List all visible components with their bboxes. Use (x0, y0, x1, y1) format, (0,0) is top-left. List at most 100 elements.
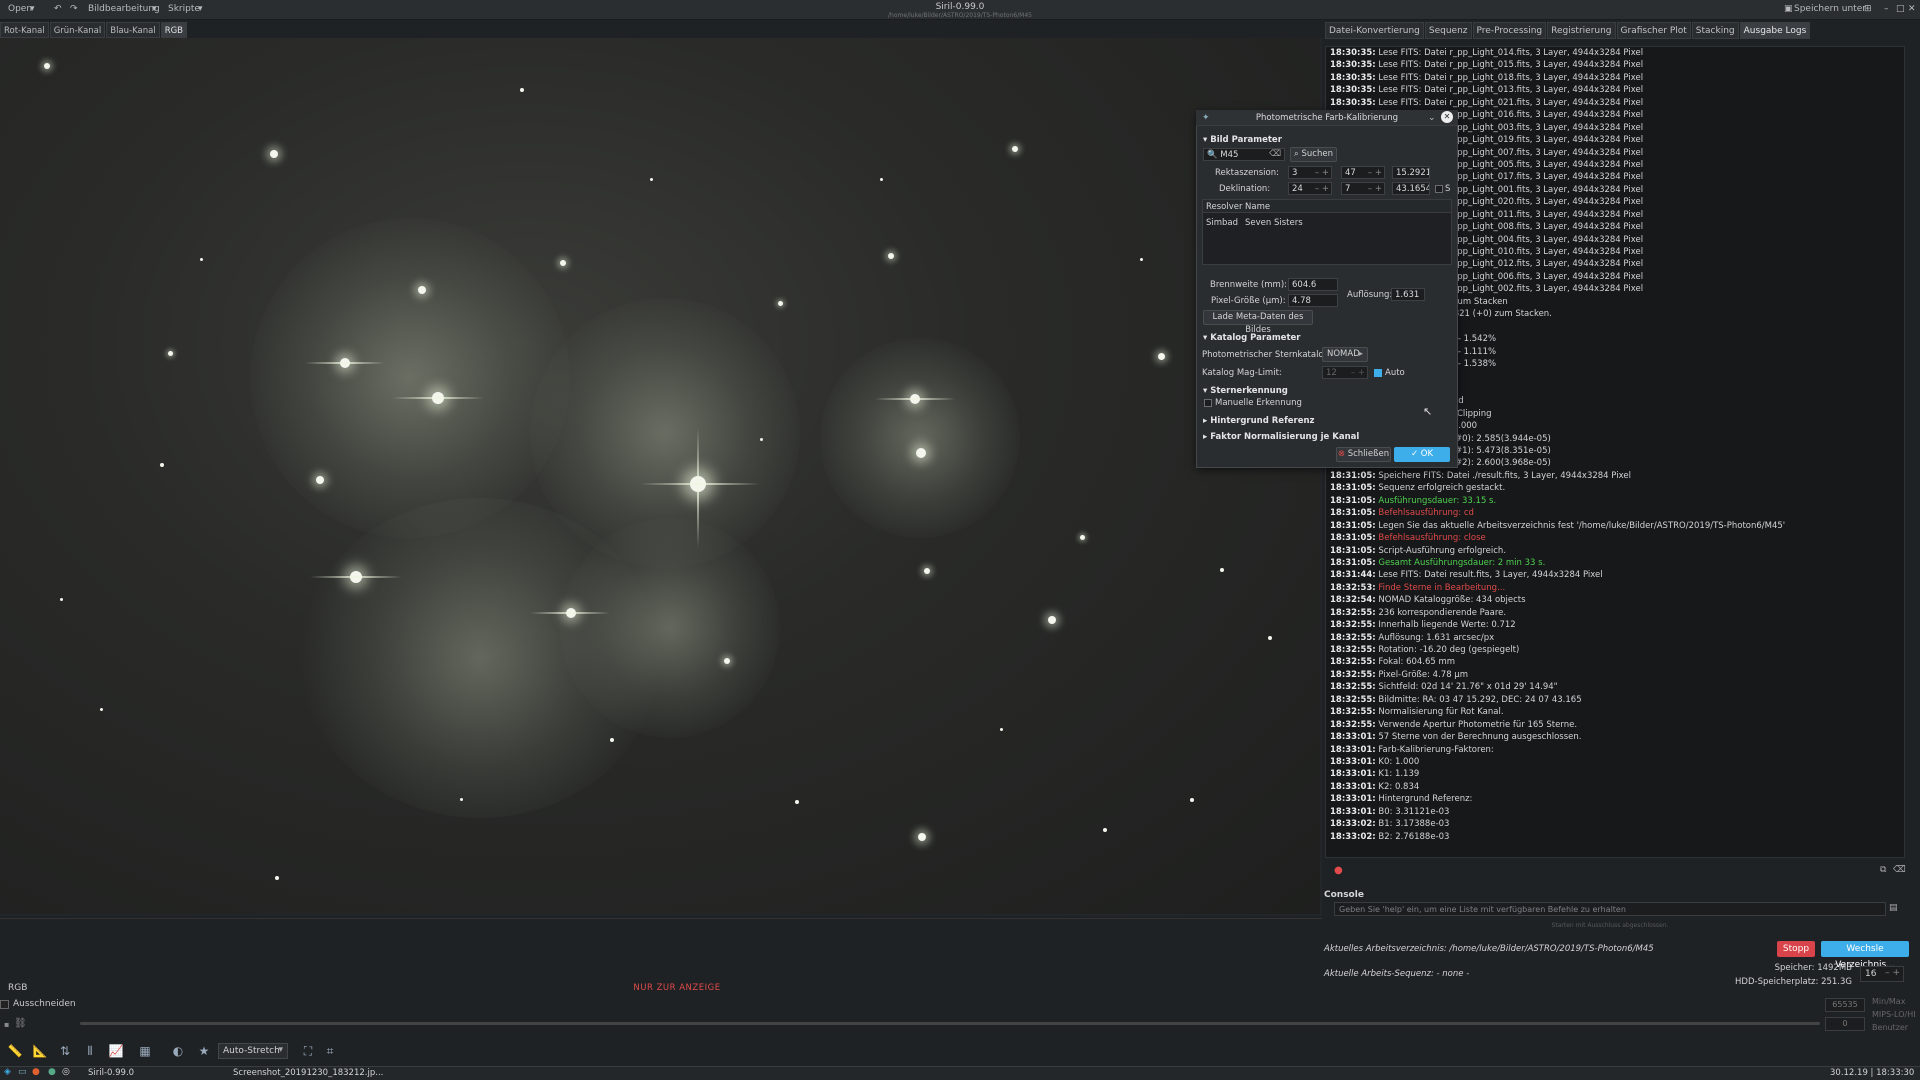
mouse-cursor-icon: ↖ (1423, 405, 1433, 418)
close-icon[interactable]: ✕ (1441, 111, 1453, 123)
section-hintergrund[interactable]: ▸ Hintergrund Referenz (1203, 416, 1314, 426)
system-clock: 30.12.19 | 18:33:30 (1830, 1068, 1915, 1078)
console-input[interactable]: Geben Sie 'help' ein, um eine Liste mit … (1334, 902, 1886, 916)
chevron-down-icon[interactable]: ▾ (278, 1045, 283, 1055)
stepper-icon[interactable]: – + (1368, 168, 1382, 178)
start-menu-icon[interactable]: ◈ (4, 1067, 11, 1077)
maximize-icon[interactable]: □ (1896, 4, 1905, 14)
grid-menu-icon[interactable]: ⊞ (1864, 4, 1872, 14)
ra-hours-input[interactable]: 3 – + (1288, 166, 1332, 179)
stepper-icon[interactable]: – + (1315, 184, 1329, 194)
radio-benutzer[interactable]: Benutzer (1872, 1023, 1908, 1032)
change-directory-button[interactable]: Wechsle Verzeichnis... (1821, 941, 1909, 970)
mirror-icon[interactable]: ⇅ (57, 1044, 73, 1058)
ra-seconds-input[interactable]: 15.2921 (1392, 166, 1430, 179)
maglim-input[interactable]: 12 – + (1322, 366, 1368, 379)
zoom-icon[interactable]: ⌗ (322, 1044, 338, 1058)
object-search-input[interactable]: 🔍 M45 ⌫ (1203, 148, 1285, 161)
link-icon[interactable]: ⛓ (14, 1018, 27, 1029)
stretch-select[interactable]: Auto-Stretch ▾ (218, 1043, 288, 1059)
crop-checkbox[interactable] (0, 1000, 9, 1009)
ok-button[interactable]: ✓ OK (1394, 447, 1450, 462)
col-name[interactable]: Name (1245, 202, 1270, 212)
tab-rgb[interactable]: RGB (160, 22, 188, 38)
chevron-down-icon[interactable]: ⌄ (1428, 113, 1436, 123)
dec-degrees-value: 24 (1292, 184, 1303, 194)
taskbar-item-screenshot[interactable]: Screenshot_20191230_183212.jp... (233, 1068, 383, 1078)
section-normalisierung[interactable]: ▸ Faktor Normalisierung je Kanal (1203, 432, 1359, 442)
taskbar-item-siril[interactable]: Siril-0.99.0 (88, 1068, 134, 1078)
app-icon[interactable]: ● (48, 1067, 56, 1077)
stop-button[interactable]: Stopp (1777, 941, 1815, 957)
minimize-icon[interactable]: – (1884, 4, 1889, 14)
stack-icon[interactable]: ▦ (137, 1044, 153, 1058)
max-value-input[interactable]: 65535 (1825, 998, 1865, 1012)
clear-log-icon[interactable]: ⌫ (1893, 865, 1906, 875)
stepper-icon[interactable]: – + (1315, 168, 1329, 178)
section-sternerkennung[interactable]: ▾ Sternerkennung (1203, 386, 1288, 396)
tab-pre-processing[interactable]: Pre-Processing (1472, 22, 1547, 39)
clear-icon[interactable]: ⌫ (1269, 149, 1281, 159)
dec-seconds-input[interactable]: 43.1654 (1392, 182, 1430, 195)
stepper-icon[interactable]: – + (1885, 968, 1900, 978)
min-value-input[interactable]: 0 (1825, 1017, 1865, 1031)
focal-input[interactable]: 604.6 (1288, 278, 1338, 291)
tab-ausgabe-logs[interactable]: Ausgabe Logs (1739, 22, 1811, 39)
split-icon[interactable]: ⫴ (82, 1044, 98, 1058)
console-help-icon[interactable]: ▤ (1889, 903, 1901, 915)
radio-min-max[interactable]: Min/Max (1872, 997, 1905, 1006)
section-bild-parameter[interactable]: ▾ Bild Parameter (1203, 135, 1282, 145)
color-icon[interactable]: ★ (196, 1044, 212, 1058)
log-message: Verwende Apertur Photometrie für 165 Ste… (1378, 719, 1578, 730)
tab-registrierung[interactable]: Registrierung (1547, 22, 1616, 39)
log-message: Bildmitte: RA: 03 47 15.292, DEC: 24 07 … (1378, 694, 1582, 705)
table-row[interactable]: Simbad (1206, 218, 1238, 228)
ruler-icon[interactable]: 📏 (7, 1044, 23, 1058)
auto-checkbox[interactable] (1374, 369, 1382, 377)
manual-detection-checkbox[interactable] (1204, 399, 1212, 407)
ruler2-icon[interactable]: 📐 (32, 1044, 48, 1058)
save-as-button[interactable]: Speichern unter (1794, 4, 1866, 14)
tab-grafischer-plot[interactable]: Grafischer Plot (1616, 22, 1691, 39)
south-checkbox[interactable] (1435, 185, 1443, 193)
stepper-icon[interactable]: – + (1368, 184, 1382, 194)
tab-gruen-kanal[interactable]: Grün-Kanal (49, 22, 106, 38)
zoom-fit-icon[interactable]: ⛶ (300, 1044, 316, 1058)
tab-stacking[interactable]: Stacking (1691, 22, 1739, 39)
invert-icon[interactable]: ◐ (170, 1044, 186, 1058)
histogram-lock-icon[interactable]: ▪ (4, 1020, 9, 1029)
search-button[interactable]: ⌕ Suchen (1290, 147, 1337, 162)
astro-image[interactable] (0, 38, 1320, 914)
close-button[interactable]: ⊗ Schließen (1336, 447, 1391, 462)
section-katalog-parameter[interactable]: ▾ Katalog Parameter (1203, 333, 1300, 343)
copy-log-icon[interactable]: ⧉ (1880, 865, 1886, 875)
threads-spinner[interactable]: 16 – + (1860, 966, 1904, 982)
table-row-name[interactable]: Seven Sisters (1245, 218, 1303, 228)
resolution-input[interactable]: 1.631 (1391, 288, 1425, 301)
radio-mips[interactable]: MIPS-LO/HI (1872, 1010, 1916, 1019)
resolver-table[interactable]: Resolver Name Simbad Seven Sisters (1202, 199, 1452, 265)
dialog-titlebar[interactable]: ✦ Photometrische Farb-Kalibrierung ⌄ ✕ (1196, 110, 1458, 126)
histogram-icon[interactable]: 📈 (108, 1044, 124, 1058)
dialog-title: Photometrische Farb-Kalibrierung (1255, 113, 1399, 123)
stepper-icon[interactable]: – + (1351, 368, 1365, 378)
files-icon[interactable]: ▭ (18, 1067, 27, 1077)
load-metadata-button[interactable]: Lade Meta-Daten des Bildes (1203, 310, 1313, 335)
chrome-icon[interactable]: ◎ (62, 1067, 70, 1077)
log-line: 18:31:05: Legen Sie das aktuelle Arbeits… (1326, 520, 1904, 532)
catalog-select[interactable]: NOMAD ▸ (1322, 347, 1368, 362)
tab-datei-konvertierung[interactable]: Datei-Konvertierung (1325, 22, 1424, 39)
tab-blau-kanal[interactable]: Blau-Kanal (106, 22, 160, 38)
save-icon[interactable]: ▣ (1784, 4, 1793, 14)
close-icon[interactable]: ✕ (1908, 4, 1916, 14)
contrast-slider[interactable] (80, 1022, 1820, 1025)
ra-minutes-input[interactable]: 47 – + (1341, 166, 1385, 179)
pixel-size-input[interactable]: 4.78 (1288, 294, 1338, 307)
section-stern-label: Sternerkennung (1210, 386, 1288, 396)
dec-degrees-input[interactable]: 24 – + (1288, 182, 1332, 195)
firefox-icon[interactable]: ● (32, 1067, 40, 1077)
tab-rot-kanal[interactable]: Rot-Kanal (0, 22, 49, 38)
col-resolver[interactable]: Resolver (1206, 202, 1243, 212)
dec-minutes-input[interactable]: 7 – + (1341, 182, 1385, 195)
tab-sequenz[interactable]: Sequenz (1424, 22, 1472, 39)
